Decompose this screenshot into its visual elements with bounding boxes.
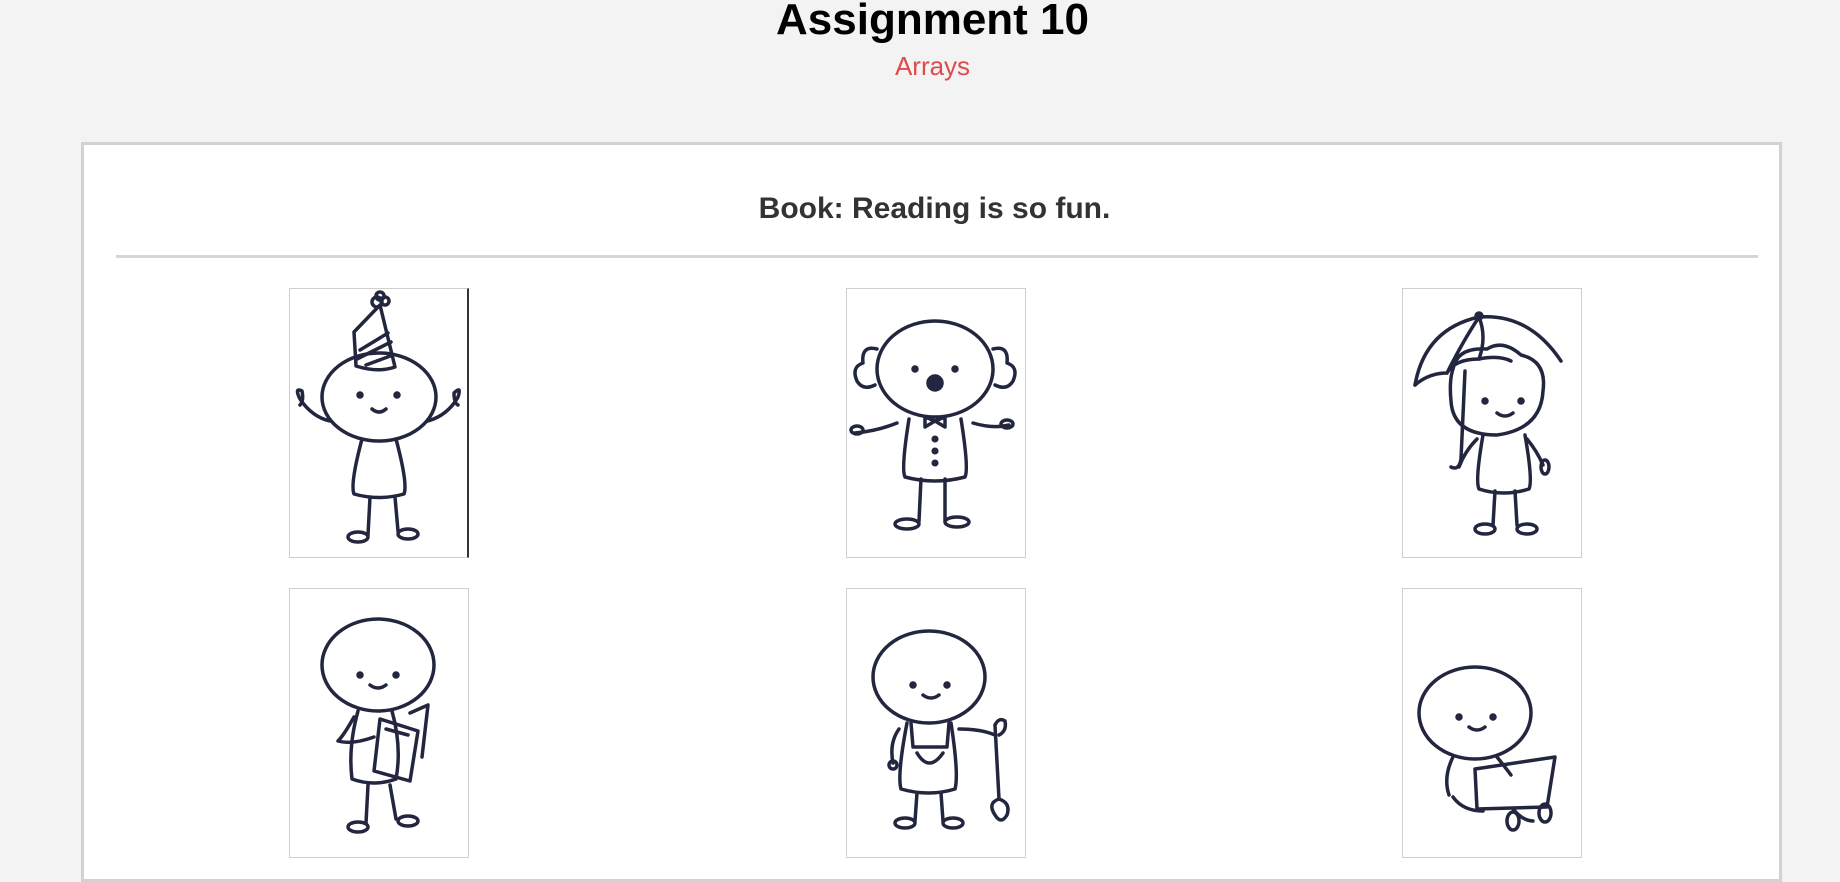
stick-figure-umbrella-icon bbox=[1413, 311, 1563, 536]
umbrella-figure-image[interactable] bbox=[1402, 288, 1582, 558]
stick-figure-clown-icon bbox=[849, 319, 1017, 531]
book-card: Book: Reading is so fun. bbox=[81, 142, 1782, 882]
party-hat-figure-image[interactable] bbox=[289, 288, 469, 558]
laptop-figure-image[interactable] bbox=[1402, 588, 1582, 858]
book-title: Book: Reading is so fun. bbox=[758, 192, 1111, 225]
gardener-figure-image[interactable] bbox=[846, 588, 1026, 858]
stick-figure-laptop-icon bbox=[1417, 665, 1557, 832]
page-title: Assignment 10 bbox=[776, 0, 1089, 44]
page-subtitle: Arrays bbox=[894, 51, 971, 81]
stick-figure-reading-book-icon bbox=[320, 617, 436, 834]
reading-figure-image[interactable] bbox=[289, 588, 469, 858]
divider bbox=[116, 255, 1758, 258]
stick-figure-shovel-icon bbox=[871, 629, 1010, 830]
stick-figure-party-hat-icon bbox=[295, 290, 462, 544]
clown-figure-image[interactable] bbox=[846, 288, 1026, 558]
